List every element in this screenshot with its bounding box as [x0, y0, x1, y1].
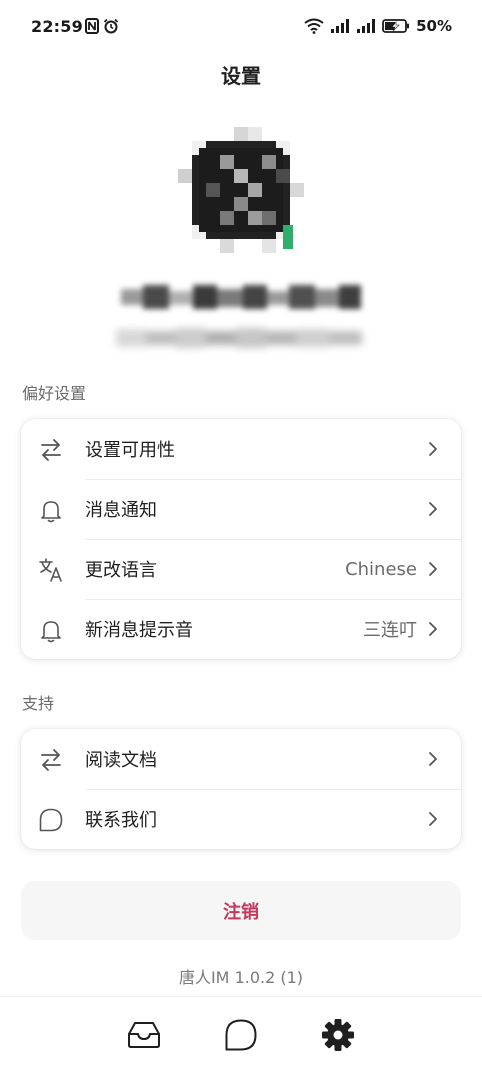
row-label: 阅读文档: [85, 750, 157, 771]
support-row-docs[interactable]: 阅读文档: [21, 729, 461, 789]
section-label-preferences: 偏好设置: [22, 384, 87, 403]
chat-bubble-icon: [39, 808, 63, 832]
settings-row-availability[interactable]: 设置可用性: [21, 419, 461, 479]
preferences-card: 设置可用性 消息通知 更改语言 Chinese 新消息提示音 三连叮: [21, 419, 461, 659]
logout-label: 注销: [223, 901, 259, 923]
gear-icon: [322, 1019, 354, 1051]
row-label: 设置可用性: [85, 440, 175, 461]
settings-row-language[interactable]: 更改语言 Chinese: [21, 539, 461, 599]
bell-icon: [41, 621, 61, 643]
chevron-right-icon: [429, 502, 437, 516]
sound-value: 三连叮: [363, 620, 417, 641]
status-time: 22:59: [31, 17, 83, 36]
language-value: Chinese: [345, 558, 417, 580]
status-left-icons: [85, 18, 119, 34]
signal-icon: [331, 19, 350, 33]
swap-arrows-icon: [41, 439, 61, 461]
settings-row-message-sound[interactable]: 新消息提示音 三连叮: [21, 599, 461, 659]
chat-bubble-icon: [225, 1019, 257, 1051]
settings-row-notifications[interactable]: 消息通知: [21, 479, 461, 539]
user-id: [116, 325, 362, 351]
status-right-icons: 50%: [304, 17, 452, 35]
avatar-x-logo: [178, 127, 304, 253]
chevron-right-icon: [429, 442, 437, 456]
swap-arrows-icon: [41, 749, 61, 771]
battery-percent: 50%: [416, 17, 452, 35]
wifi-icon: [304, 18, 324, 34]
nav-inbox[interactable]: [124, 1015, 164, 1055]
support-row-contact[interactable]: 联系我们: [21, 789, 461, 849]
chevron-right-icon: [429, 812, 437, 826]
row-label: 消息通知: [85, 500, 157, 521]
app-version: 唐人IM 1.0.2 (1): [178, 968, 304, 987]
page-title: 设置: [221, 64, 261, 88]
username: [121, 283, 361, 311]
support-card: 阅读文档 联系我们: [21, 729, 461, 849]
row-label: 更改语言: [85, 560, 157, 581]
section-label-support: 支持: [22, 694, 55, 713]
battery-charging-icon: [382, 19, 410, 33]
chevron-right-icon: [429, 622, 437, 636]
chevron-right-icon: [429, 562, 437, 576]
chevron-right-icon: [429, 752, 437, 766]
bottom-nav: [0, 996, 482, 1080]
row-label: 新消息提示音: [85, 620, 193, 641]
alarm-icon: [103, 18, 119, 34]
translate-icon: [39, 558, 62, 582]
nfc-icon: [85, 18, 99, 34]
signal-icon: [357, 19, 376, 33]
row-label: 联系我们: [85, 810, 157, 831]
nav-chats[interactable]: [221, 1015, 261, 1055]
avatar[interactable]: [178, 127, 304, 253]
logout-button[interactable]: 注销: [21, 881, 461, 940]
bell-icon: [41, 501, 61, 523]
status-bar: 22:59 50%: [0, 0, 482, 56]
inbox-icon: [128, 1022, 160, 1048]
nav-settings[interactable]: [318, 1015, 358, 1055]
